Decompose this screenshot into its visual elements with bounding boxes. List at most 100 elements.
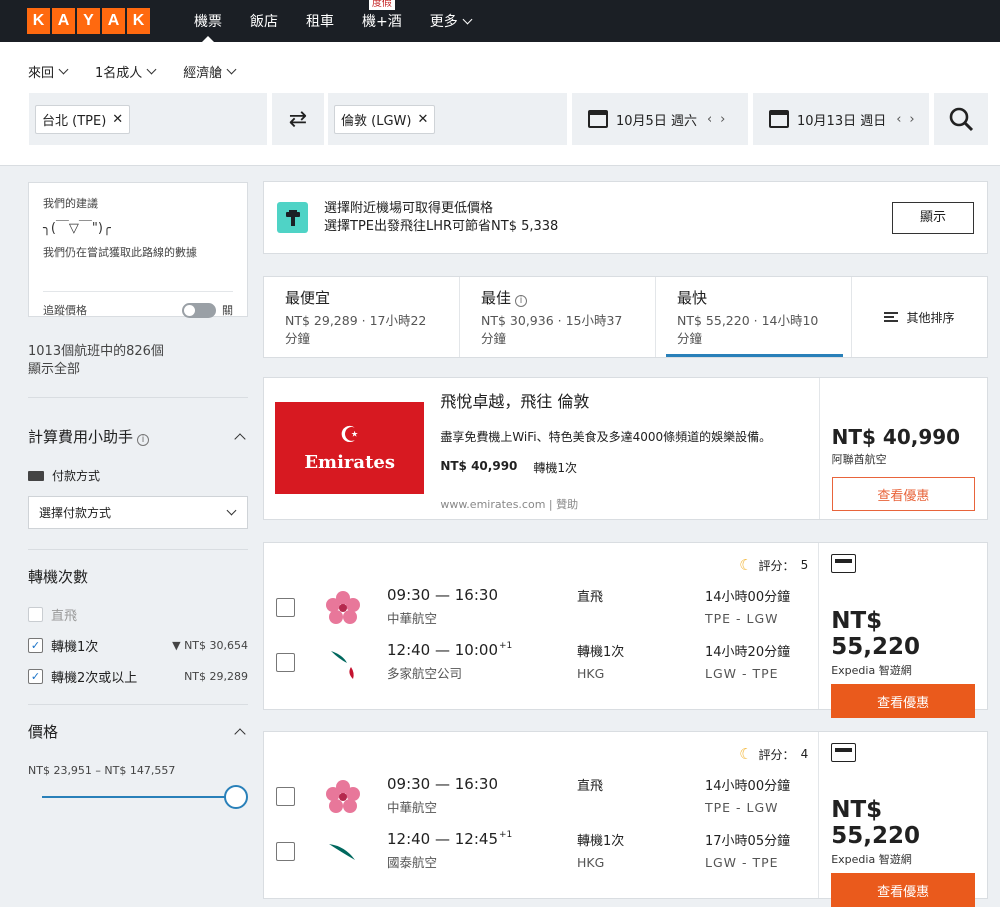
show-button[interactable]: 顯示 [892, 201, 974, 234]
leg-airline: 中華航空 [387, 611, 438, 626]
info-icon[interactable]: i [515, 294, 528, 307]
checkbox[interactable]: ✓ [28, 669, 43, 684]
more-sort-button[interactable]: 其他排序 [852, 277, 987, 357]
stop-option-1[interactable]: ✓ 轉機1次 ▼ NT$ 30,654 [28, 630, 248, 661]
leg-checkbox[interactable] [276, 598, 295, 617]
sort-summary-line: NT$ 29,289 · 17小時22 [285, 313, 427, 328]
logo-letter: Y [77, 8, 100, 34]
leg-duration-text: 14小時00分鐘 [705, 779, 791, 794]
passengers-label: 1名成人 [95, 66, 143, 81]
cabin-dropdown[interactable]: 經濟艙 [183, 62, 237, 81]
price-header[interactable]: 價格 [28, 721, 248, 742]
leg-duration: 14小時20分鐘 LGW - TPE [705, 641, 790, 685]
price-title: 價格 [28, 723, 59, 741]
ad-price-column: NT$ 40,990 阿聯酋航空 查看優惠 [818, 378, 987, 519]
leg-airline: 中華航空 [387, 800, 438, 815]
stop-option-2plus[interactable]: ✓ 轉機2次或以上 NT$ 29,289 [28, 661, 248, 692]
nav-packages[interactable]: 度假 機+酒 [348, 0, 416, 42]
leg-duration-text: 17小時05分鐘 [705, 834, 791, 849]
stops-title: 轉機次數 [28, 568, 89, 586]
trip-type-dropdown[interactable]: 來回 [28, 62, 69, 81]
rating-label: 評分： [758, 558, 795, 573]
chevron-up-icon[interactable] [234, 432, 246, 445]
date-arrows-icon[interactable]: ‹› [896, 112, 922, 127]
fare-details-icon[interactable] [831, 743, 857, 762]
sort-tab-cheapest[interactable]: 最便宜 NT$ 29,289 · 17小時22 分鐘 [264, 277, 460, 357]
return-leg: 12:40 — 12:45+1 國泰航空 轉機1次 HKG 17小時05分鐘 LGW … [276, 830, 806, 874]
nav-flights[interactable]: 機票 [180, 0, 236, 42]
kayak-logo[interactable]: K A Y A K [27, 8, 150, 34]
flight-result[interactable]: ☾ 評分： 4 09:30 — 16:30 中華航空 直飛 14小時00分鐘 TPE -… [263, 731, 988, 907]
credit-card-icon [28, 470, 44, 481]
sort-tab-fastest[interactable]: 最快 NT$ 55,220 · 14小時10 分鐘 [656, 277, 852, 357]
notice-line-2: 選擇TPE出發飛往LHR可節省NT$ 5,338 [324, 218, 559, 234]
vacation-badge: 度假 [368, 0, 395, 10]
nearby-airport-notice: 選擇附近機場可取得更低價格 選擇TPE出發飛往LHR可節省NT$ 5,338 顯… [263, 181, 988, 254]
fee-calculator-title: 計算費用小助手 [28, 428, 134, 446]
day-offset: +1 [499, 641, 513, 651]
chevron-up-icon[interactable] [234, 727, 246, 740]
leg-checkbox[interactable] [276, 842, 295, 861]
swap-button[interactable]: ⇄ [272, 93, 324, 145]
sort-summary: NT$ 55,220 · 14小時10 分鐘 [677, 312, 830, 348]
china-airlines-logo [321, 586, 365, 630]
nav-cars[interactable]: 租車 [292, 0, 348, 42]
passengers-dropdown[interactable]: 1名成人 [95, 62, 157, 81]
fee-calculator-header[interactable]: 計算費用小助手 i [28, 426, 248, 447]
sort-title: 最快 [677, 289, 708, 307]
emirates-wordmark: Emirates [304, 451, 395, 473]
leg-times: 09:30 — 16:30 中華航空 [387, 775, 577, 819]
view-deal-button[interactable]: 查看優惠 [831, 477, 975, 511]
sort-tab-best[interactable]: 最佳 i NT$ 30,936 · 15小時37 分鐘 [460, 277, 656, 357]
origin-chip: 台北 (TPE) ✕ [35, 104, 131, 134]
remove-icon[interactable]: ✕ [417, 112, 428, 127]
payment-select-value: 選擇付款方式 [39, 506, 112, 520]
view-deal-button[interactable]: 查看優惠 [831, 873, 975, 907]
depart-date-field[interactable]: 10月5日 週六 ‹› [572, 93, 748, 145]
checkbox[interactable]: ✓ [28, 638, 43, 653]
track-price-toggle[interactable] [182, 302, 216, 318]
leg-checkbox[interactable] [276, 787, 295, 806]
leg-checkbox[interactable] [276, 653, 295, 672]
results-count-text: 1013個航班中的826個 [28, 344, 164, 359]
nav-hotels[interactable]: 飯店 [236, 0, 292, 42]
ad-stops: 轉機1次 [533, 461, 578, 475]
advice-title: 我們的建議 [43, 197, 98, 210]
flight-result[interactable]: ☾ 評分： 5 09:30 — 16:30 中華航空 直飛 14小時00分鐘 TPE -… [263, 542, 988, 718]
toggle-state-label: 關 [222, 304, 233, 317]
cathay-pacific-logo [321, 830, 365, 874]
notice-line-1: 選擇附近機場可取得更低價格 [324, 200, 494, 216]
view-deal-button[interactable]: 查看優惠 [831, 684, 975, 718]
ad-price: NT$ 40,990 [440, 459, 518, 473]
remove-icon[interactable]: ✕ [112, 112, 123, 127]
leg-times: 12:40 — 10:00+1 多家航空公司 [387, 641, 577, 685]
destination-label: 倫敦 (LGW) [341, 113, 412, 129]
chevron-down-icon [226, 64, 237, 75]
sponsored-ad[interactable]: ☪ Emirates 飛悅卓越，飛往 倫敦 盡享免費機上WiFi、特色美食及多達… [263, 377, 988, 520]
fare-details-icon[interactable] [831, 554, 857, 573]
nav-more[interactable]: 更多 [416, 0, 485, 42]
depart-date-label: 10月5日 週六 [616, 113, 697, 129]
search-button[interactable] [934, 93, 988, 145]
origin-field[interactable]: 台北 (TPE) ✕ [29, 93, 267, 145]
return-date-field[interactable]: 10月13日 週日 ‹› [753, 93, 929, 145]
return-date-label: 10月13日 週日 [797, 113, 887, 129]
slider-handle[interactable] [224, 785, 248, 809]
calendar-icon [588, 110, 608, 128]
info-icon[interactable]: i [137, 433, 150, 446]
show-all-link[interactable]: 顯示全部 [28, 361, 248, 379]
leg-via: HKG [577, 855, 605, 870]
ad-title: 飛悅卓越，飛往 倫敦 [440, 392, 590, 411]
leg-route: TPE - LGW [705, 611, 779, 626]
leg-route: LGW - TPE [705, 855, 779, 870]
leg-duration-text: 14小時00分鐘 [705, 590, 791, 605]
main-nav: 機票 飯店 租車 度假 機+酒 更多 [180, 0, 485, 42]
date-arrows-icon[interactable]: ‹› [707, 112, 733, 127]
sort-summary: NT$ 29,289 · 17小時22 分鐘 [285, 312, 438, 348]
destination-field[interactable]: 倫敦 (LGW) ✕ [328, 93, 567, 145]
ad-url[interactable]: www.emirates.com | 贊助 [440, 496, 578, 512]
price-slider[interactable] [28, 785, 248, 809]
ad-description: 盡享免費機上WiFi、特色美食及多達4000條頻道的娛樂設備。 [440, 430, 772, 444]
stop-price: ▼ NT$ 30,654 [172, 639, 248, 652]
payment-method-select[interactable]: 選擇付款方式 [28, 496, 248, 529]
